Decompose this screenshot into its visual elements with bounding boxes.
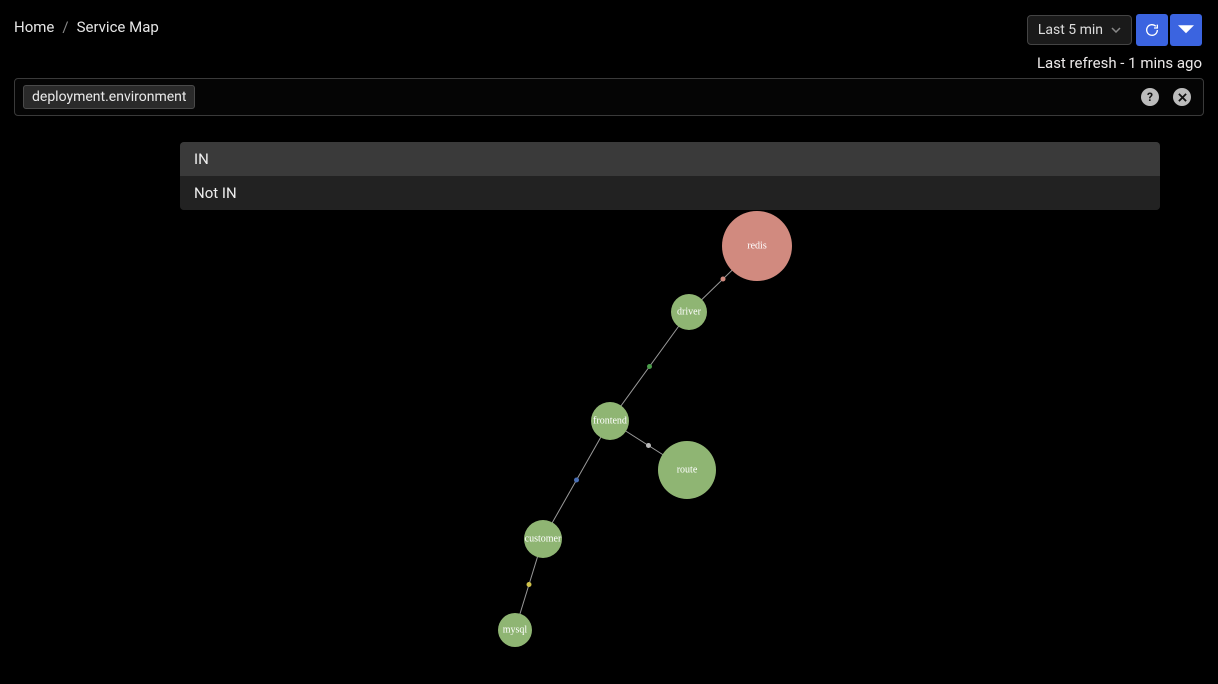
service-map-graph[interactable]: redis driver frontend route customer mysql bbox=[0, 140, 1218, 680]
refresh-button[interactable] bbox=[1136, 14, 1168, 46]
node-label-driver: driver bbox=[677, 306, 702, 317]
filter-bar[interactable]: deployment.environment ? bbox=[14, 78, 1204, 116]
caret-down-icon bbox=[1178, 22, 1194, 38]
edge-dot bbox=[721, 277, 726, 282]
help-icon[interactable]: ? bbox=[1141, 88, 1159, 106]
node-label-customer: customer bbox=[525, 533, 562, 544]
node-label-redis: redis bbox=[747, 240, 767, 251]
node-label-route: route bbox=[677, 464, 698, 475]
node-label-mysql: mysql bbox=[503, 624, 528, 635]
time-range-label: Last 5 min bbox=[1038, 22, 1103, 38]
clear-filter-icon[interactable] bbox=[1173, 88, 1191, 106]
breadcrumb: Home / Service Map bbox=[14, 14, 159, 36]
refresh-icon bbox=[1144, 22, 1160, 38]
filter-tag[interactable]: deployment.environment bbox=[23, 85, 195, 109]
breadcrumb-home[interactable]: Home bbox=[14, 18, 54, 36]
chevron-down-icon bbox=[1111, 25, 1121, 36]
breadcrumb-current: Service Map bbox=[77, 18, 159, 36]
time-range-select[interactable]: Last 5 min bbox=[1027, 15, 1132, 45]
refresh-interval-button[interactable] bbox=[1170, 14, 1202, 46]
node-label-frontend: frontend bbox=[593, 415, 627, 426]
last-refresh-text: Last refresh - 1 mins ago bbox=[1037, 54, 1202, 72]
breadcrumb-sep: / bbox=[62, 18, 68, 36]
edge-dot bbox=[574, 478, 579, 483]
edge-dot bbox=[646, 443, 651, 448]
edge-dot bbox=[527, 582, 532, 587]
edge-dot bbox=[647, 364, 652, 369]
